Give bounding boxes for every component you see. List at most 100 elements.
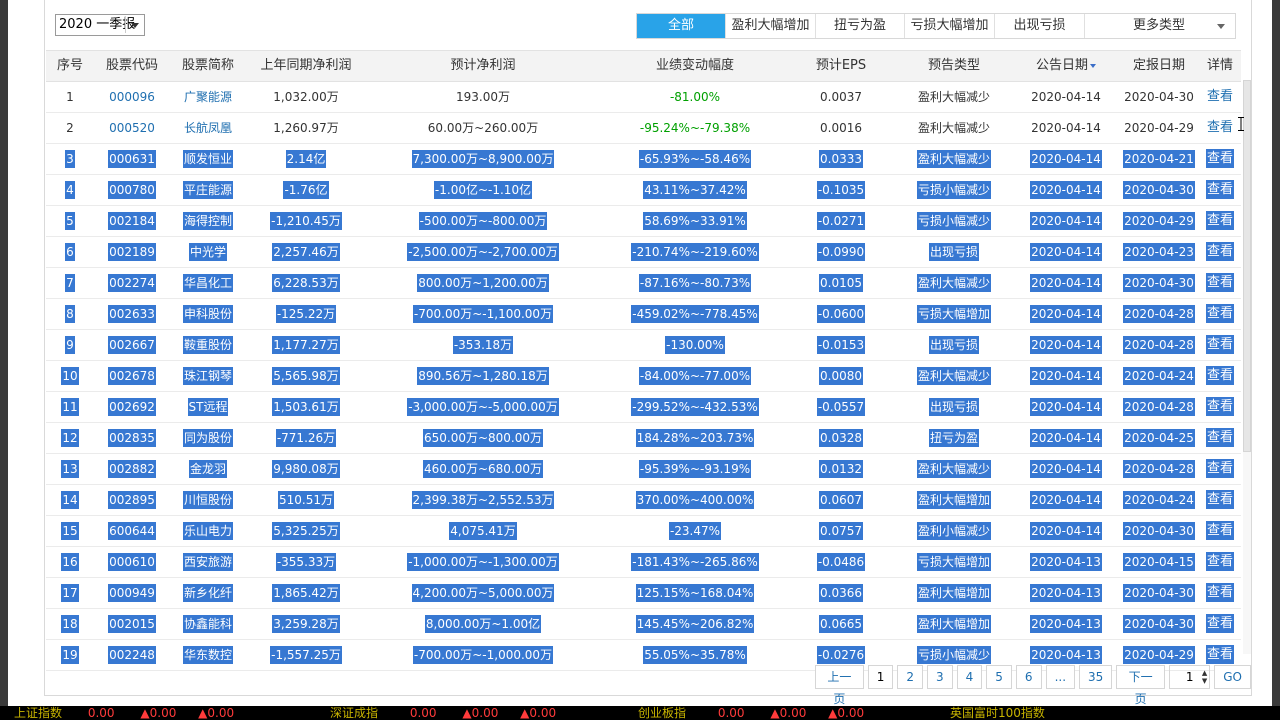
stock-code-link[interactable]: 002882 <box>94 454 170 484</box>
stock-code-link[interactable]: 002895 <box>94 485 170 515</box>
stock-name-link[interactable]: 申科股份 <box>170 299 246 329</box>
stock-name-link[interactable]: 鞍重股份 <box>170 330 246 360</box>
stock-code-link[interactable]: 000949 <box>94 578 170 608</box>
stock-code-link[interactable]: 002692 <box>94 392 170 422</box>
view-detail-link[interactable]: 查看 <box>1202 454 1238 484</box>
table-row[interactable]: 6 002189 中光学 2,257.46万 -2,500.00万~-2,700.00万… <box>46 237 1241 268</box>
page-button-6[interactable]: 6 <box>1015 665 1042 689</box>
ticker-item[interactable]: 上证指数 0.00 ▲0.00 ▲0.00 <box>14 706 234 720</box>
view-detail-link[interactable]: 查看 <box>1202 237 1238 267</box>
table-row[interactable]: 18 002015 协鑫能科 3,259.28万 8,000.00万~1.00亿 145.… <box>46 609 1241 640</box>
view-detail-link[interactable]: 查看 <box>1202 330 1238 360</box>
view-detail-link[interactable]: 查看 <box>1202 485 1238 515</box>
stock-code-link[interactable]: 002248 <box>94 640 170 670</box>
tab-more-types[interactable]: 更多类型 <box>1085 14 1235 38</box>
table-row[interactable]: 9 002667 鞍重股份 1,177.27万 -353.18万 -130.00% -0.0… <box>46 330 1241 361</box>
stock-name-link[interactable]: 华昌化工 <box>170 268 246 298</box>
stock-name-link[interactable]: 华东数控 <box>170 640 246 670</box>
stock-code-link[interactable]: 600644 <box>94 516 170 546</box>
page-button-2[interactable]: 2 <box>897 665 923 689</box>
view-detail-link[interactable]: 查看 <box>1202 516 1238 546</box>
period-select[interactable]: 2020 一季报 <box>55 14 145 36</box>
ticker-item[interactable]: 深证成指 0.00 ▲0.00 ▲0.00 <box>330 706 556 720</box>
stock-name-link[interactable]: 川恒股份 <box>170 485 246 515</box>
table-row[interactable]: 4 000780 平庄能源 -1.76亿 -1.00亿~-1.10亿 43.11%~37.… <box>46 175 1241 206</box>
table-row[interactable]: 14 002895 川恒股份 510.51万 2,399.38万~2,552.53万 37… <box>46 485 1241 516</box>
stock-code-link[interactable]: 000780 <box>94 175 170 205</box>
stock-code-link[interactable]: 002835 <box>94 423 170 453</box>
page-button-last[interactable]: 35 <box>1079 665 1113 689</box>
ticker-item[interactable]: 创业板指 0.00 ▲0.00 ▲0.00 <box>638 706 864 720</box>
table-row[interactable]: 8 002633 申科股份 -125.22万 -700.00万~-1,100.00万 -4… <box>46 299 1241 330</box>
table-row[interactable]: 15 600644 乐山电力 5,325.25万 4,075.41万 -23.47% 0.0… <box>46 516 1241 547</box>
stock-name-link[interactable]: 同为股份 <box>170 423 246 453</box>
view-detail-link[interactable]: 查看 <box>1202 82 1238 112</box>
table-row[interactable]: 10 002678 珠江钢琴 5,565.98万 890.56万~1,280.18万 -8… <box>46 361 1241 392</box>
view-detail-link[interactable]: 查看 <box>1202 547 1238 577</box>
stock-name-link[interactable]: 中光学 <box>170 237 246 267</box>
stock-name-link[interactable]: 乐山电力 <box>170 516 246 546</box>
tab-loss[interactable]: 出现亏损 <box>995 14 1085 38</box>
table-row[interactable]: 17 000949 新乡化纤 1,865.42万 4,200.00万~5,000.00万… <box>46 578 1241 609</box>
stock-name-link[interactable]: 顺发恒业 <box>170 144 246 174</box>
stock-code-link[interactable]: 002189 <box>94 237 170 267</box>
stock-name-link[interactable]: 西安旅游 <box>170 547 246 577</box>
table-row[interactable]: 1 000096 广聚能源 1,032.00万 193.00万 -81.00% 0.0037… <box>46 82 1241 113</box>
stock-code-link[interactable]: 000096 <box>94 82 170 112</box>
table-row[interactable]: 11 002692 ST远程 1,503.61万 -3,000.00万~-5,000.0… <box>46 392 1241 423</box>
view-detail-link[interactable]: 查看 <box>1202 361 1238 391</box>
view-detail-link[interactable]: 查看 <box>1202 175 1238 205</box>
stock-code-link[interactable]: 002274 <box>94 268 170 298</box>
stock-code-link[interactable]: 002667 <box>94 330 170 360</box>
stock-code-link[interactable]: 000520 <box>94 113 170 143</box>
header-col-announce-date[interactable]: 公告日期 <box>1016 51 1116 81</box>
prev-page-button[interactable]: 上一页 <box>815 665 864 706</box>
stock-name-link[interactable]: 协鑫能科 <box>170 609 246 639</box>
vertical-scrollbar[interactable] <box>1243 80 1251 654</box>
view-detail-link[interactable]: 查看 <box>1202 113 1238 143</box>
table-row[interactable]: 3 000631 顺发恒业 2.14亿 7,300.00万~8,900.00万 -65.9… <box>46 144 1241 175</box>
table-row[interactable]: 5 002184 海得控制 -1,210.45万 -500.00万~-800.00万 58… <box>46 206 1241 237</box>
ticker-item[interactable]: 英国富时100指数 <box>950 706 1045 720</box>
view-detail-link[interactable]: 查看 <box>1202 299 1238 329</box>
stock-name-link[interactable]: 珠江钢琴 <box>170 361 246 391</box>
stock-code-link[interactable]: 000610 <box>94 547 170 577</box>
stock-name-link[interactable]: 金龙羽 <box>170 454 246 484</box>
spinner-icon[interactable]: ▲ ▼ <box>1202 669 1207 685</box>
view-detail-link[interactable]: 查看 <box>1202 423 1238 453</box>
stock-name-link[interactable]: 长航凤凰 <box>170 113 246 143</box>
page-button-5[interactable]: 5 <box>986 665 1012 689</box>
stock-name-link[interactable]: 平庄能源 <box>170 175 246 205</box>
stock-name-link[interactable]: 广聚能源 <box>170 82 246 112</box>
table-row[interactable]: 2 000520 长航凤凰 1,260.97万 60.00万~260.00万 -95.24… <box>46 113 1241 144</box>
page-button-1[interactable]: 1 <box>867 665 894 689</box>
view-detail-link[interactable]: 查看 <box>1202 144 1238 174</box>
view-detail-link[interactable]: 查看 <box>1202 392 1238 422</box>
go-button[interactable]: GO <box>1214 665 1251 689</box>
view-detail-link[interactable]: 查看 <box>1202 206 1238 236</box>
table-row[interactable]: 16 000610 西安旅游 -355.33万 -1,000.00万~-1,300.00… <box>46 547 1241 578</box>
scrollbar-thumb[interactable] <box>1243 80 1251 452</box>
table-row[interactable]: 7 002274 华昌化工 6,228.53万 800.00万~1,200.00万 -87… <box>46 268 1241 299</box>
page-number-input[interactable]: 1 ▲ ▼ <box>1169 665 1211 689</box>
table-row[interactable]: 12 002835 同为股份 -771.26万 650.00万~800.00万 184.2… <box>46 423 1241 454</box>
page-button-4[interactable]: 4 <box>956 665 983 689</box>
stock-code-link[interactable]: 002015 <box>94 609 170 639</box>
tab-loss-big-increase[interactable]: 亏损大幅增加 <box>905 14 995 38</box>
view-detail-link[interactable]: 查看 <box>1202 268 1238 298</box>
view-detail-link[interactable]: 查看 <box>1202 578 1238 608</box>
tab-turn-profit[interactable]: 扭亏为盈 <box>816 14 905 38</box>
stock-name-link[interactable]: 海得控制 <box>170 206 246 236</box>
tab-all[interactable]: 全部 <box>637 14 726 38</box>
stock-code-link[interactable]: 000631 <box>94 144 170 174</box>
stock-code-link[interactable]: 002184 <box>94 206 170 236</box>
stock-code-link[interactable]: 002633 <box>94 299 170 329</box>
view-detail-link[interactable]: 查看 <box>1202 609 1238 639</box>
page-button-3[interactable]: 3 <box>927 665 953 689</box>
stock-name-link[interactable]: 新乡化纤 <box>170 578 246 608</box>
stock-code-link[interactable]: 002678 <box>94 361 170 391</box>
tab-profit-big-increase[interactable]: 盈利大幅增加 <box>726 14 816 38</box>
table-row[interactable]: 13 002882 金龙羽 9,980.08万 460.00万~680.00万 -95.3… <box>46 454 1241 485</box>
next-page-button[interactable]: 下一页 <box>1116 665 1166 706</box>
stock-name-link[interactable]: ST远程 <box>170 392 246 422</box>
